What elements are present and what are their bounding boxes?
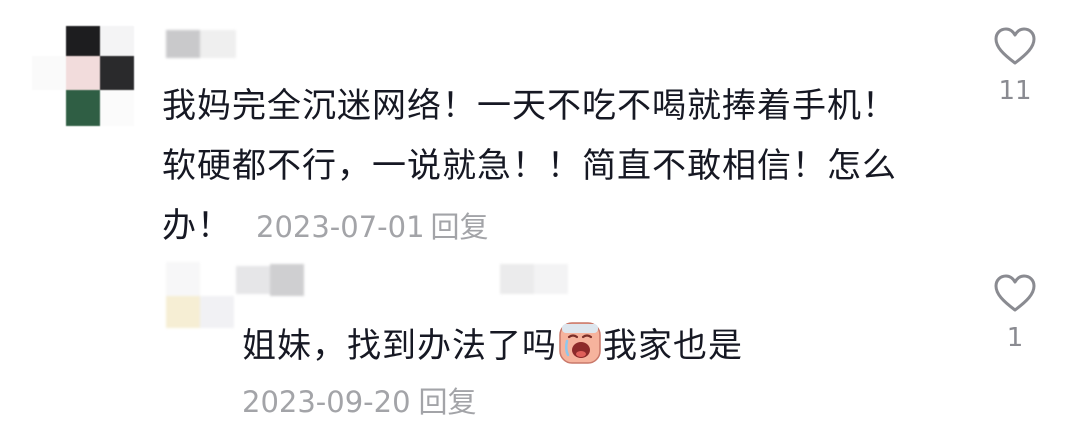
comment-reply-button[interactable]: 回复	[431, 210, 489, 244]
reply-avatar[interactable]	[166, 262, 236, 332]
comment-line-2: 软硬都不行，一说就急！！简直不敢相信！怎么	[162, 146, 897, 186]
comment-text: 我妈完全沉迷网络！一天不吃不喝就捧着手机！ 软硬都不行，一说就急！！简直不敢相信…	[162, 76, 922, 257]
heart-outline-icon	[994, 27, 1036, 65]
heart-outline-icon	[994, 274, 1036, 312]
comment-like-button[interactable]: 11	[985, 26, 1045, 104]
reply-to-username-blurred[interactable]	[500, 262, 570, 296]
reply-like-count: 1	[1006, 323, 1024, 353]
reply-text-before-emoji: 姐妹，找到办法了吗	[242, 326, 557, 366]
reply-meta: 2023-09-20 回复	[242, 382, 477, 422]
reply-reply-button[interactable]: 回复	[419, 385, 477, 419]
reply-text-after-emoji: 我家也是	[603, 326, 743, 366]
crying-face-emoji	[559, 322, 601, 364]
reply-text: 姐妹，找到办法了吗 我家也是	[242, 318, 743, 374]
comment-line-1: 我妈完全沉迷网络！一天不吃不喝就捧着手机！	[162, 86, 897, 126]
comment-line-3: 办！	[162, 206, 232, 246]
reply-date: 2023-09-20	[242, 385, 411, 419]
reply-username-blurred[interactable]	[236, 262, 306, 296]
commenter-username-blurred[interactable]	[166, 30, 238, 58]
reply-like-button[interactable]: 1	[985, 273, 1045, 351]
comment-like-count: 11	[998, 76, 1032, 106]
comment-date: 2023-07-01	[256, 210, 425, 244]
commenter-avatar[interactable]	[32, 26, 136, 130]
